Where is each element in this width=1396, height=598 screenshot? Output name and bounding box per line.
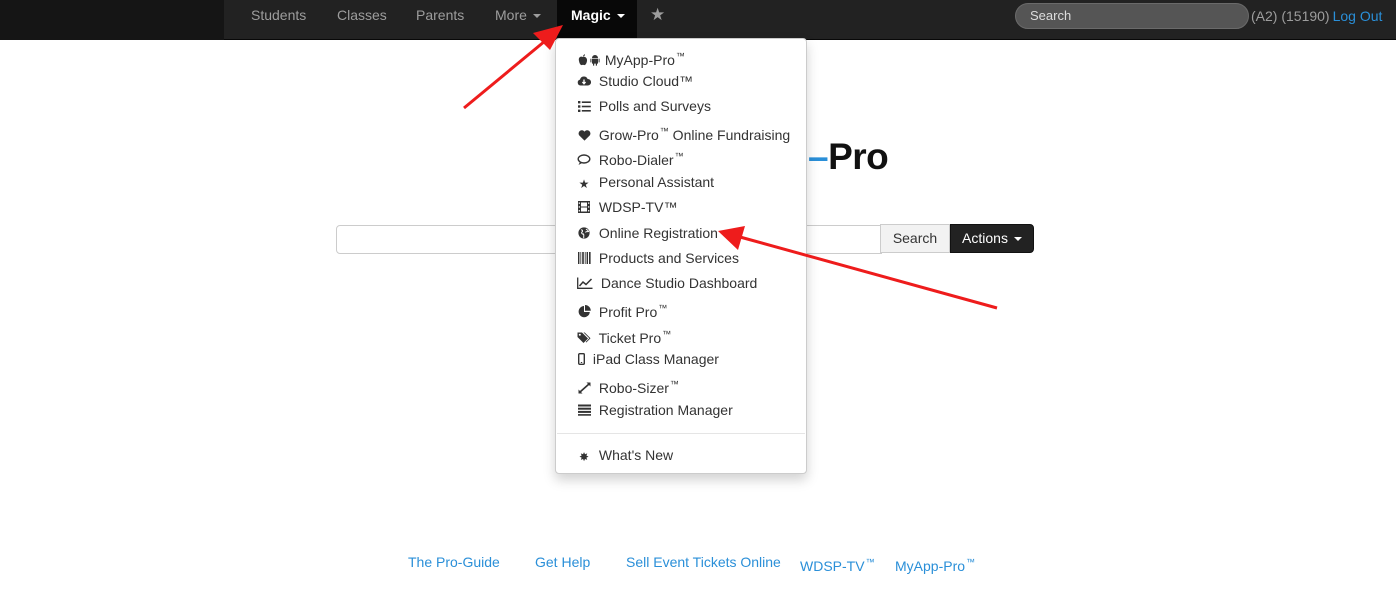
arrow-to-online-registration bbox=[718, 226, 998, 310]
annotation-arrows bbox=[463, 25, 998, 310]
arrow-to-magic-menu bbox=[463, 25, 563, 110]
